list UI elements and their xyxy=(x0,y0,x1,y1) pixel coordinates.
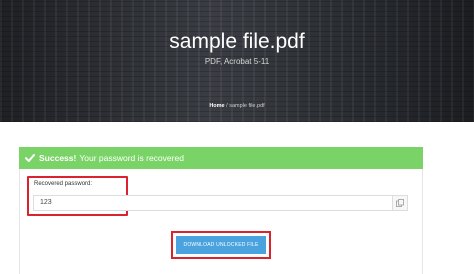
alert-strong: Success! xyxy=(39,153,77,163)
page-subtitle: PDF, Acrobat 5-11 xyxy=(204,57,270,66)
breadcrumb-current: sample file.pdf xyxy=(229,103,265,109)
copy-icon xyxy=(396,194,404,212)
download-unlocked-file-button[interactable]: DOWNLOAD UNLOCKED FILE xyxy=(176,236,266,254)
check-icon xyxy=(25,153,35,163)
success-alert: Success! Your password is recovered xyxy=(19,147,423,169)
password-label: Recovered password: xyxy=(34,181,93,187)
breadcrumb: Home / sample file.pdf xyxy=(0,103,474,109)
page-title: sample file.pdf xyxy=(169,30,305,53)
alert-message: Your password is recovered xyxy=(79,153,184,163)
copy-button[interactable] xyxy=(392,196,407,210)
breadcrumb-home-link[interactable]: Home xyxy=(209,103,224,109)
recovered-password-field[interactable]: 123 xyxy=(33,195,408,211)
hero-banner: sample file.pdf PDF, Acrobat 5-11 Home /… xyxy=(0,0,474,122)
